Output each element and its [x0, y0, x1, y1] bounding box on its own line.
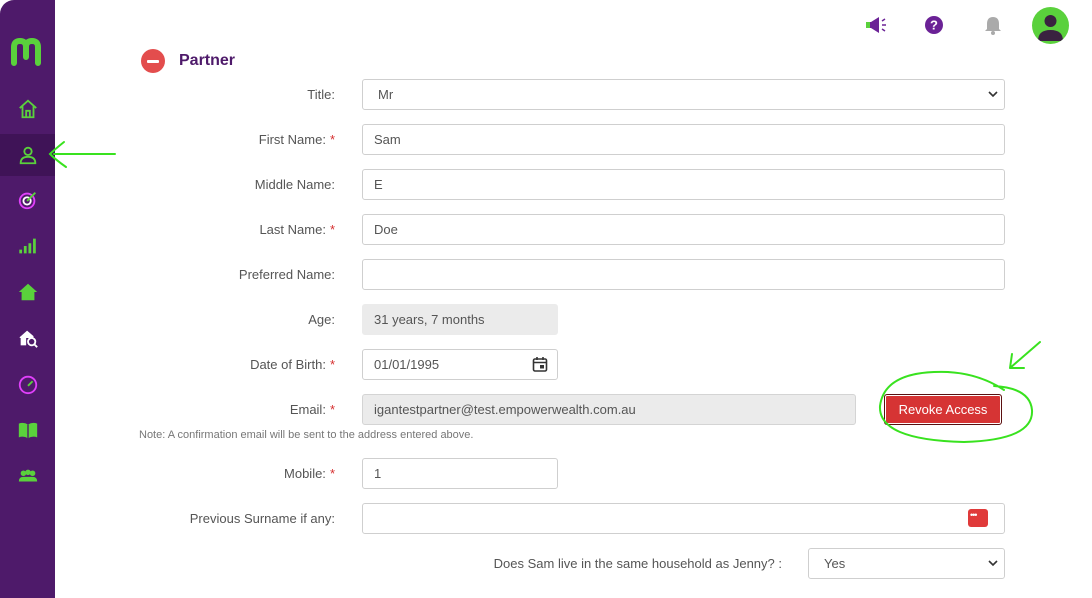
team-icon [18, 469, 37, 482]
sidebar [0, 0, 55, 598]
email-field: igantestpartner@test.empowerwealth.com.a… [362, 394, 856, 425]
help-button[interactable]: ? [921, 12, 947, 38]
email-value: igantestpartner@test.empowerwealth.com.a… [374, 402, 636, 417]
mobile-value: 1 [374, 466, 382, 481]
announcements-button[interactable] [863, 12, 889, 38]
sidebar-item-team[interactable] [0, 456, 55, 496]
user-icon [19, 146, 36, 165]
preferred-name-field[interactable] [362, 259, 1005, 290]
sidebar-item-profile[interactable] [0, 134, 55, 176]
household-select-value: Yes [824, 556, 846, 571]
chevron-down-icon [988, 91, 998, 98]
sidebar-item-reports[interactable] [0, 226, 55, 266]
section-title: Partner [179, 52, 236, 69]
annotation-circle-revoke [878, 341, 1041, 444]
book-icon [18, 422, 37, 439]
svg-text:?: ? [930, 18, 938, 33]
collapse-section-icon[interactable] [141, 49, 165, 73]
password-manager-icon[interactable] [968, 509, 988, 527]
age-value: 31 years, 7 months [374, 312, 485, 327]
title-label: Title: [307, 87, 335, 102]
last-name-label: Last Name: * [259, 222, 335, 237]
first-name-label: First Name: * [258, 132, 335, 147]
gauge-icon [18, 375, 37, 395]
age-label: Age: [308, 312, 335, 327]
calendar-icon[interactable] [532, 356, 548, 372]
megaphone-icon [866, 17, 886, 33]
sidebar-item-learn[interactable] [0, 410, 55, 450]
app-logo[interactable] [10, 33, 46, 69]
first-name-field[interactable]: Sam [362, 124, 1005, 155]
household-label: Does Sam live in the same household as J… [493, 556, 782, 571]
dob-field[interactable]: 01/01/1995 [362, 349, 558, 380]
last-name-field[interactable]: Doe [362, 214, 1005, 245]
help-icon: ? [925, 16, 943, 34]
mobile-label: Mobile: * [284, 466, 335, 481]
sidebar-item-goals[interactable] [0, 180, 55, 220]
first-name-value: Sam [374, 132, 401, 147]
bell-icon [985, 17, 1001, 35]
dob-label: Date of Birth: * [250, 357, 335, 372]
sidebar-item-home[interactable] [0, 89, 55, 129]
target-icon [18, 192, 36, 210]
sidebar-item-property[interactable] [0, 272, 55, 312]
email-note: Note: A confirmation email will be sent … [139, 429, 474, 441]
age-field: 31 years, 7 months [362, 304, 558, 335]
user-avatar-icon [1038, 15, 1063, 41]
previous-surname-label: Previous Surname if any: [189, 511, 335, 526]
email-label: Email: * [289, 402, 335, 417]
chart-icon [18, 238, 36, 254]
previous-surname-field[interactable] [362, 503, 1005, 534]
sidebar-item-search[interactable] [0, 318, 55, 358]
chevron-down-icon [988, 560, 998, 567]
middle-name-field[interactable]: E [362, 169, 1005, 200]
notifications-button[interactable] [980, 12, 1006, 38]
property-search-icon [19, 330, 38, 348]
home-icon [18, 99, 37, 119]
revoke-access-button[interactable]: Revoke Access [884, 394, 1002, 425]
middle-name-label: Middle Name: [254, 177, 335, 192]
last-name-value: Doe [374, 222, 398, 237]
title-select[interactable]: Mr [362, 79, 1005, 110]
avatar[interactable] [1032, 7, 1069, 44]
title-select-value: Mr [378, 87, 394, 102]
dob-value: 01/01/1995 [374, 357, 440, 372]
household-select[interactable]: Yes [808, 548, 1005, 579]
mobile-field[interactable]: 1 [362, 458, 558, 489]
preferred-name-label: Preferred Name: [238, 267, 335, 282]
house-icon [18, 283, 37, 301]
middle-name-value: E [374, 177, 383, 192]
sidebar-item-dashboard[interactable] [0, 364, 55, 404]
